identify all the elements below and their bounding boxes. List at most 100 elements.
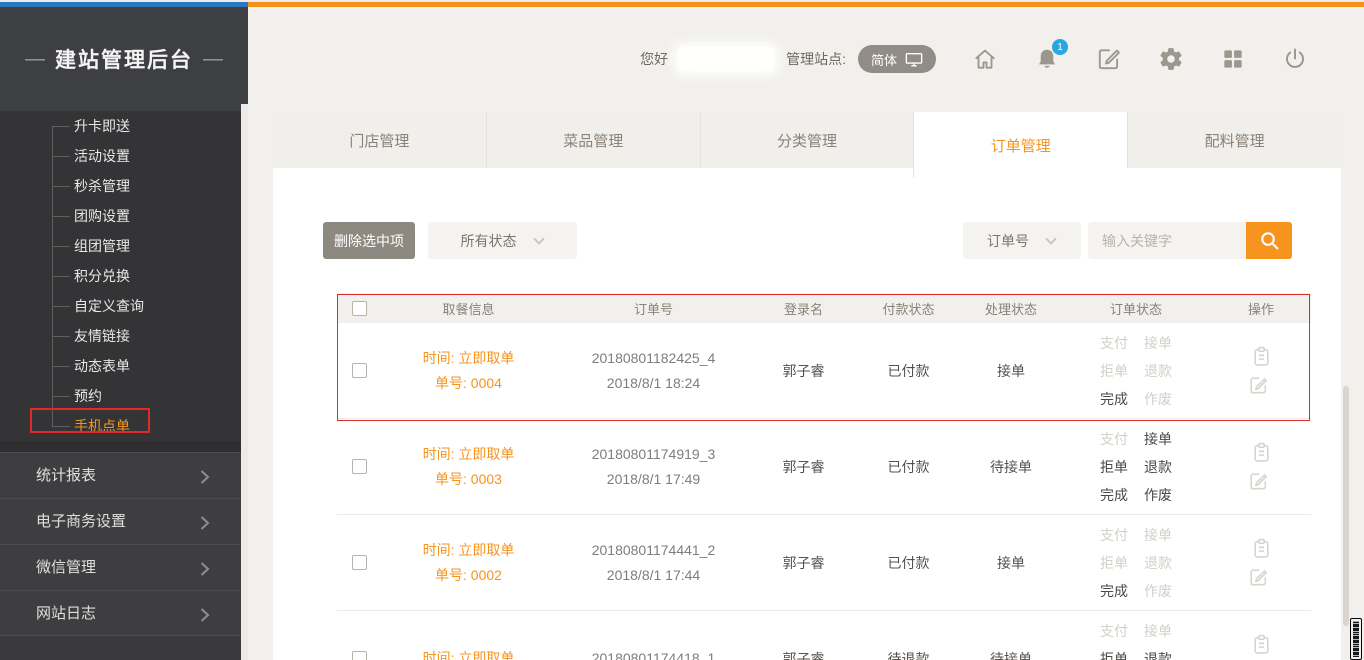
tab-3[interactable]: 订单管理 [913,112,1127,178]
action-accept[interactable]: 接单 [1144,429,1172,449]
sidebar-subitem-0[interactable]: 升卡即送 [0,111,248,141]
order-number: 20180801174418_1 [592,646,716,660]
action-refund[interactable]: 退款 [1144,457,1172,477]
notifications-button[interactable]: 1 [1034,46,1060,72]
sidebar-subitem-6[interactable]: 自定义查询 [0,291,248,321]
sidebar-submenu: 升卡即送活动设置秒杀管理团购设置组团管理积分兑换自定义查询友情链接动态表单预约手… [0,111,248,441]
manage-site-label: 管理站点: [786,49,846,69]
action-complete[interactable]: 完成 [1100,485,1128,505]
edit-order-icon[interactable] [1248,566,1269,587]
process-status: 待接单 [961,457,1061,477]
apps-button[interactable] [1220,46,1246,72]
logout-button[interactable] [1282,46,1308,72]
sidebar-item-1[interactable]: 电子商务设置 [0,498,248,544]
pay-status: 已付款 [856,457,961,477]
table-head-cell: 处理状态 [961,299,1061,318]
action-refund: 退款 [1144,361,1172,381]
action-accept: 接单 [1144,333,1172,353]
keyword-input[interactable] [1088,222,1246,259]
sidebar-subitem-1[interactable]: 活动设置 [0,141,248,171]
action-pay: 支付 [1100,621,1128,641]
sidebar-subitem-10[interactable]: 手机点单 [0,411,248,441]
row-checkbox[interactable] [352,555,367,570]
row-checkbox[interactable] [352,651,367,660]
action-refund: 退款 [1144,553,1172,573]
tab-4[interactable]: 配料管理 [1127,112,1341,168]
table-row: 时间: 立即取单单号: 000320180801174919_32018/8/1… [337,419,1311,515]
pickup-time: 时间: 立即取单 [423,346,515,371]
pickup-no: 单号: 0002 [435,563,502,588]
copy-order-icon[interactable] [1251,346,1272,367]
tab-0[interactable]: 门店管理 [273,112,486,168]
action-void: 作废 [1144,389,1172,409]
process-status: 接单 [961,553,1061,573]
order-number: 20180801174441_2 [592,538,716,563]
action-complete[interactable]: 完成 [1100,389,1128,409]
action-void: 作废 [1144,581,1172,601]
pay-status: 已付款 [856,361,961,381]
tab-2[interactable]: 分类管理 [700,112,914,168]
sidebar-subitem-label: 动态表单 [74,358,130,374]
action-reject[interactable]: 拒单 [1100,457,1128,477]
chevron-down-icon [1045,237,1057,245]
orders-table: 取餐信息订单号登录名付款状态处理状态订单状态操作 时间: 立即取单单号: 000… [337,293,1311,660]
table-head-cell: 登录名 [751,299,856,318]
sidebar-item-label: 统计报表 [0,453,248,498]
row-checkbox[interactable] [352,459,367,474]
content-scrollbar-thumb[interactable] [1343,386,1349,626]
tab-1[interactable]: 菜品管理 [486,112,700,168]
select-all-checkbox[interactable] [352,301,367,316]
home-button[interactable] [972,46,998,72]
action-void[interactable]: 作废 [1144,485,1172,505]
sidebar-subitem-label: 组团管理 [74,238,130,254]
delete-selected-button[interactable]: 删除选中项 [323,222,415,259]
sidebar-divider [0,441,248,452]
language-label: 简体 [871,50,897,69]
action-refund[interactable]: 退款 [1144,649,1172,660]
sidebar-subitem-5[interactable]: 积分兑换 [0,261,248,291]
search-button[interactable] [1246,222,1292,259]
search-field-select[interactable]: 订单号 [963,222,1081,259]
edit-order-icon[interactable] [1248,374,1269,395]
sidebar-subitem-7[interactable]: 友情链接 [0,321,248,351]
pay-status: 待退款 [856,649,961,660]
row-checkbox[interactable] [352,363,367,378]
language-site-button[interactable]: 简体 [858,45,936,73]
action-pay: 支付 [1100,525,1128,545]
table-head-cell: 操作 [1211,299,1311,318]
sidebar-title: — 建站管理后台 — [0,7,248,111]
order-date: 2018/8/1 17:49 [607,467,700,492]
user-name-redacted [678,47,774,71]
status-filter-select[interactable]: 所有状态 [428,222,577,259]
sidebar-subitem-2[interactable]: 秒杀管理 [0,171,248,201]
edit-order-icon[interactable] [1248,470,1269,491]
sidebar-subitem-3[interactable]: 团购设置 [0,201,248,231]
mini-scrollbar-thumb[interactable] [1350,618,1362,660]
sidebar-subitem-4[interactable]: 组团管理 [0,231,248,261]
pickup-time: 时间: 立即取单 [423,538,515,563]
sidebar-item-3[interactable]: 网站日志 [0,590,248,636]
pickup-no: 单号: 0003 [435,467,502,492]
settings-button[interactable] [1158,46,1184,72]
grid-icon [1220,46,1246,72]
title-dash-right: — [203,48,223,71]
sidebar-item-label: 微信管理 [0,545,248,590]
sidebar-scrollbar[interactable] [241,104,248,660]
process-status: 待接单 [961,649,1061,660]
table-row: 时间: 立即取单20180801174418_1郭子睿待退款待接单支付接单拒单退… [337,611,1311,660]
sidebar-subitem-8[interactable]: 动态表单 [0,351,248,381]
copy-order-icon[interactable] [1251,538,1272,559]
table-head-cell: 付款状态 [856,299,961,318]
notification-badge: 1 [1052,39,1068,55]
action-pay: 支付 [1100,333,1128,353]
sidebar-item-0[interactable]: 统计报表 [0,452,248,498]
table-body: 时间: 立即取单单号: 000420180801182425_42018/8/1… [337,323,1311,660]
compose-button[interactable] [1096,46,1122,72]
sidebar-item-2[interactable]: 微信管理 [0,544,248,590]
copy-order-icon[interactable] [1251,442,1272,463]
action-complete[interactable]: 完成 [1100,581,1128,601]
sidebar-subitem-9[interactable]: 预约 [0,381,248,411]
sidebar-subitem-label: 预约 [74,388,102,404]
action-reject[interactable]: 拒单 [1100,649,1128,660]
copy-order-icon[interactable] [1251,634,1272,655]
